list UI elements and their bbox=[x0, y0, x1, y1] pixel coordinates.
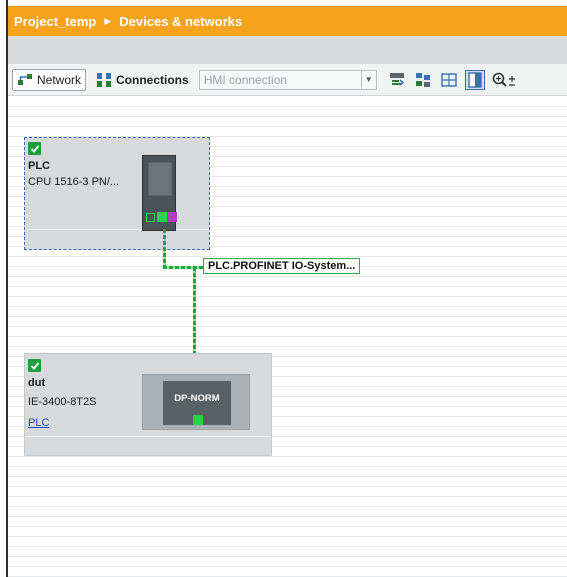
breadcrumb-separator-icon: ▶ bbox=[104, 15, 112, 26]
tab-strip bbox=[8, 36, 567, 64]
connections-button[interactable]: Connections bbox=[92, 69, 193, 91]
connections-label: Connections bbox=[116, 72, 189, 87]
plc-display bbox=[148, 162, 172, 196]
dut-device[interactable]: dut IE-3400-8T2S PLC DP-NORM bbox=[24, 353, 272, 456]
profinet-bus-line[interactable] bbox=[163, 266, 203, 269]
network-view-label: Network bbox=[37, 72, 82, 87]
breadcrumb-project[interactable]: Project_temp bbox=[14, 14, 96, 29]
connection-type-select[interactable]: HMI connection ▼ bbox=[198, 69, 377, 90]
page-view-icon bbox=[467, 71, 482, 88]
breadcrumb: Project_temp ▶ Devices & networks bbox=[8, 6, 567, 36]
network-view-canvas[interactable]: PLC CPU 1516-3 PN/... PLC.PROFINET IO-Sy… bbox=[8, 97, 567, 577]
plc-port-3-icon[interactable] bbox=[167, 212, 177, 222]
address-icon bbox=[389, 72, 404, 86]
connections-icon bbox=[97, 72, 112, 87]
plc-port-1-icon[interactable] bbox=[146, 213, 155, 222]
devices-networks-window: Project_temp ▶ Devices & networks Networ… bbox=[0, 0, 567, 577]
show-addresses-button[interactable] bbox=[387, 70, 407, 90]
plc-port-2-icon[interactable] bbox=[157, 212, 167, 222]
dut-device-type: IE-3400-8T2S bbox=[28, 396, 97, 408]
plc-device-type: CPU 1516-3 PN/... bbox=[28, 176, 120, 188]
zoom-icon bbox=[492, 72, 515, 87]
plc-device[interactable]: PLC CPU 1516-3 PN/... bbox=[24, 137, 210, 250]
table-icon bbox=[440, 72, 457, 87]
network-overview-icon bbox=[415, 72, 430, 87]
network-view-button[interactable]: Network bbox=[12, 68, 87, 91]
breadcrumb-section[interactable]: Devices & networks bbox=[119, 14, 242, 29]
plc-device-divider bbox=[25, 229, 209, 230]
dut-controller-link[interactable]: PLC bbox=[28, 417, 49, 429]
dut-port-icon[interactable] bbox=[193, 415, 203, 425]
zoom-button[interactable] bbox=[491, 70, 517, 90]
plc-device-name: PLC bbox=[28, 160, 50, 172]
dut-switch-module[interactable]: DP-NORM bbox=[142, 374, 250, 430]
network-icon bbox=[18, 73, 32, 85]
dut-device-divider bbox=[25, 436, 271, 437]
plc-port-drop-line[interactable] bbox=[163, 229, 166, 269]
network-overview-button[interactable] bbox=[413, 70, 433, 90]
dut-device-name: dut bbox=[28, 377, 46, 389]
profinet-io-system-label[interactable]: PLC.PROFINET IO-System... bbox=[203, 258, 361, 274]
page-view-button[interactable] bbox=[464, 69, 485, 90]
plc-status-check-icon bbox=[28, 142, 41, 155]
chevron-down-icon[interactable]: ▼ bbox=[360, 70, 376, 89]
plc-cpu-module-icon[interactable] bbox=[142, 155, 177, 231]
toolbar: Network Connections HMI connection ▼ bbox=[8, 64, 567, 96]
table-view-button[interactable] bbox=[439, 70, 459, 90]
connection-type-value: HMI connection bbox=[203, 72, 288, 87]
dut-status-check-icon bbox=[28, 359, 41, 372]
